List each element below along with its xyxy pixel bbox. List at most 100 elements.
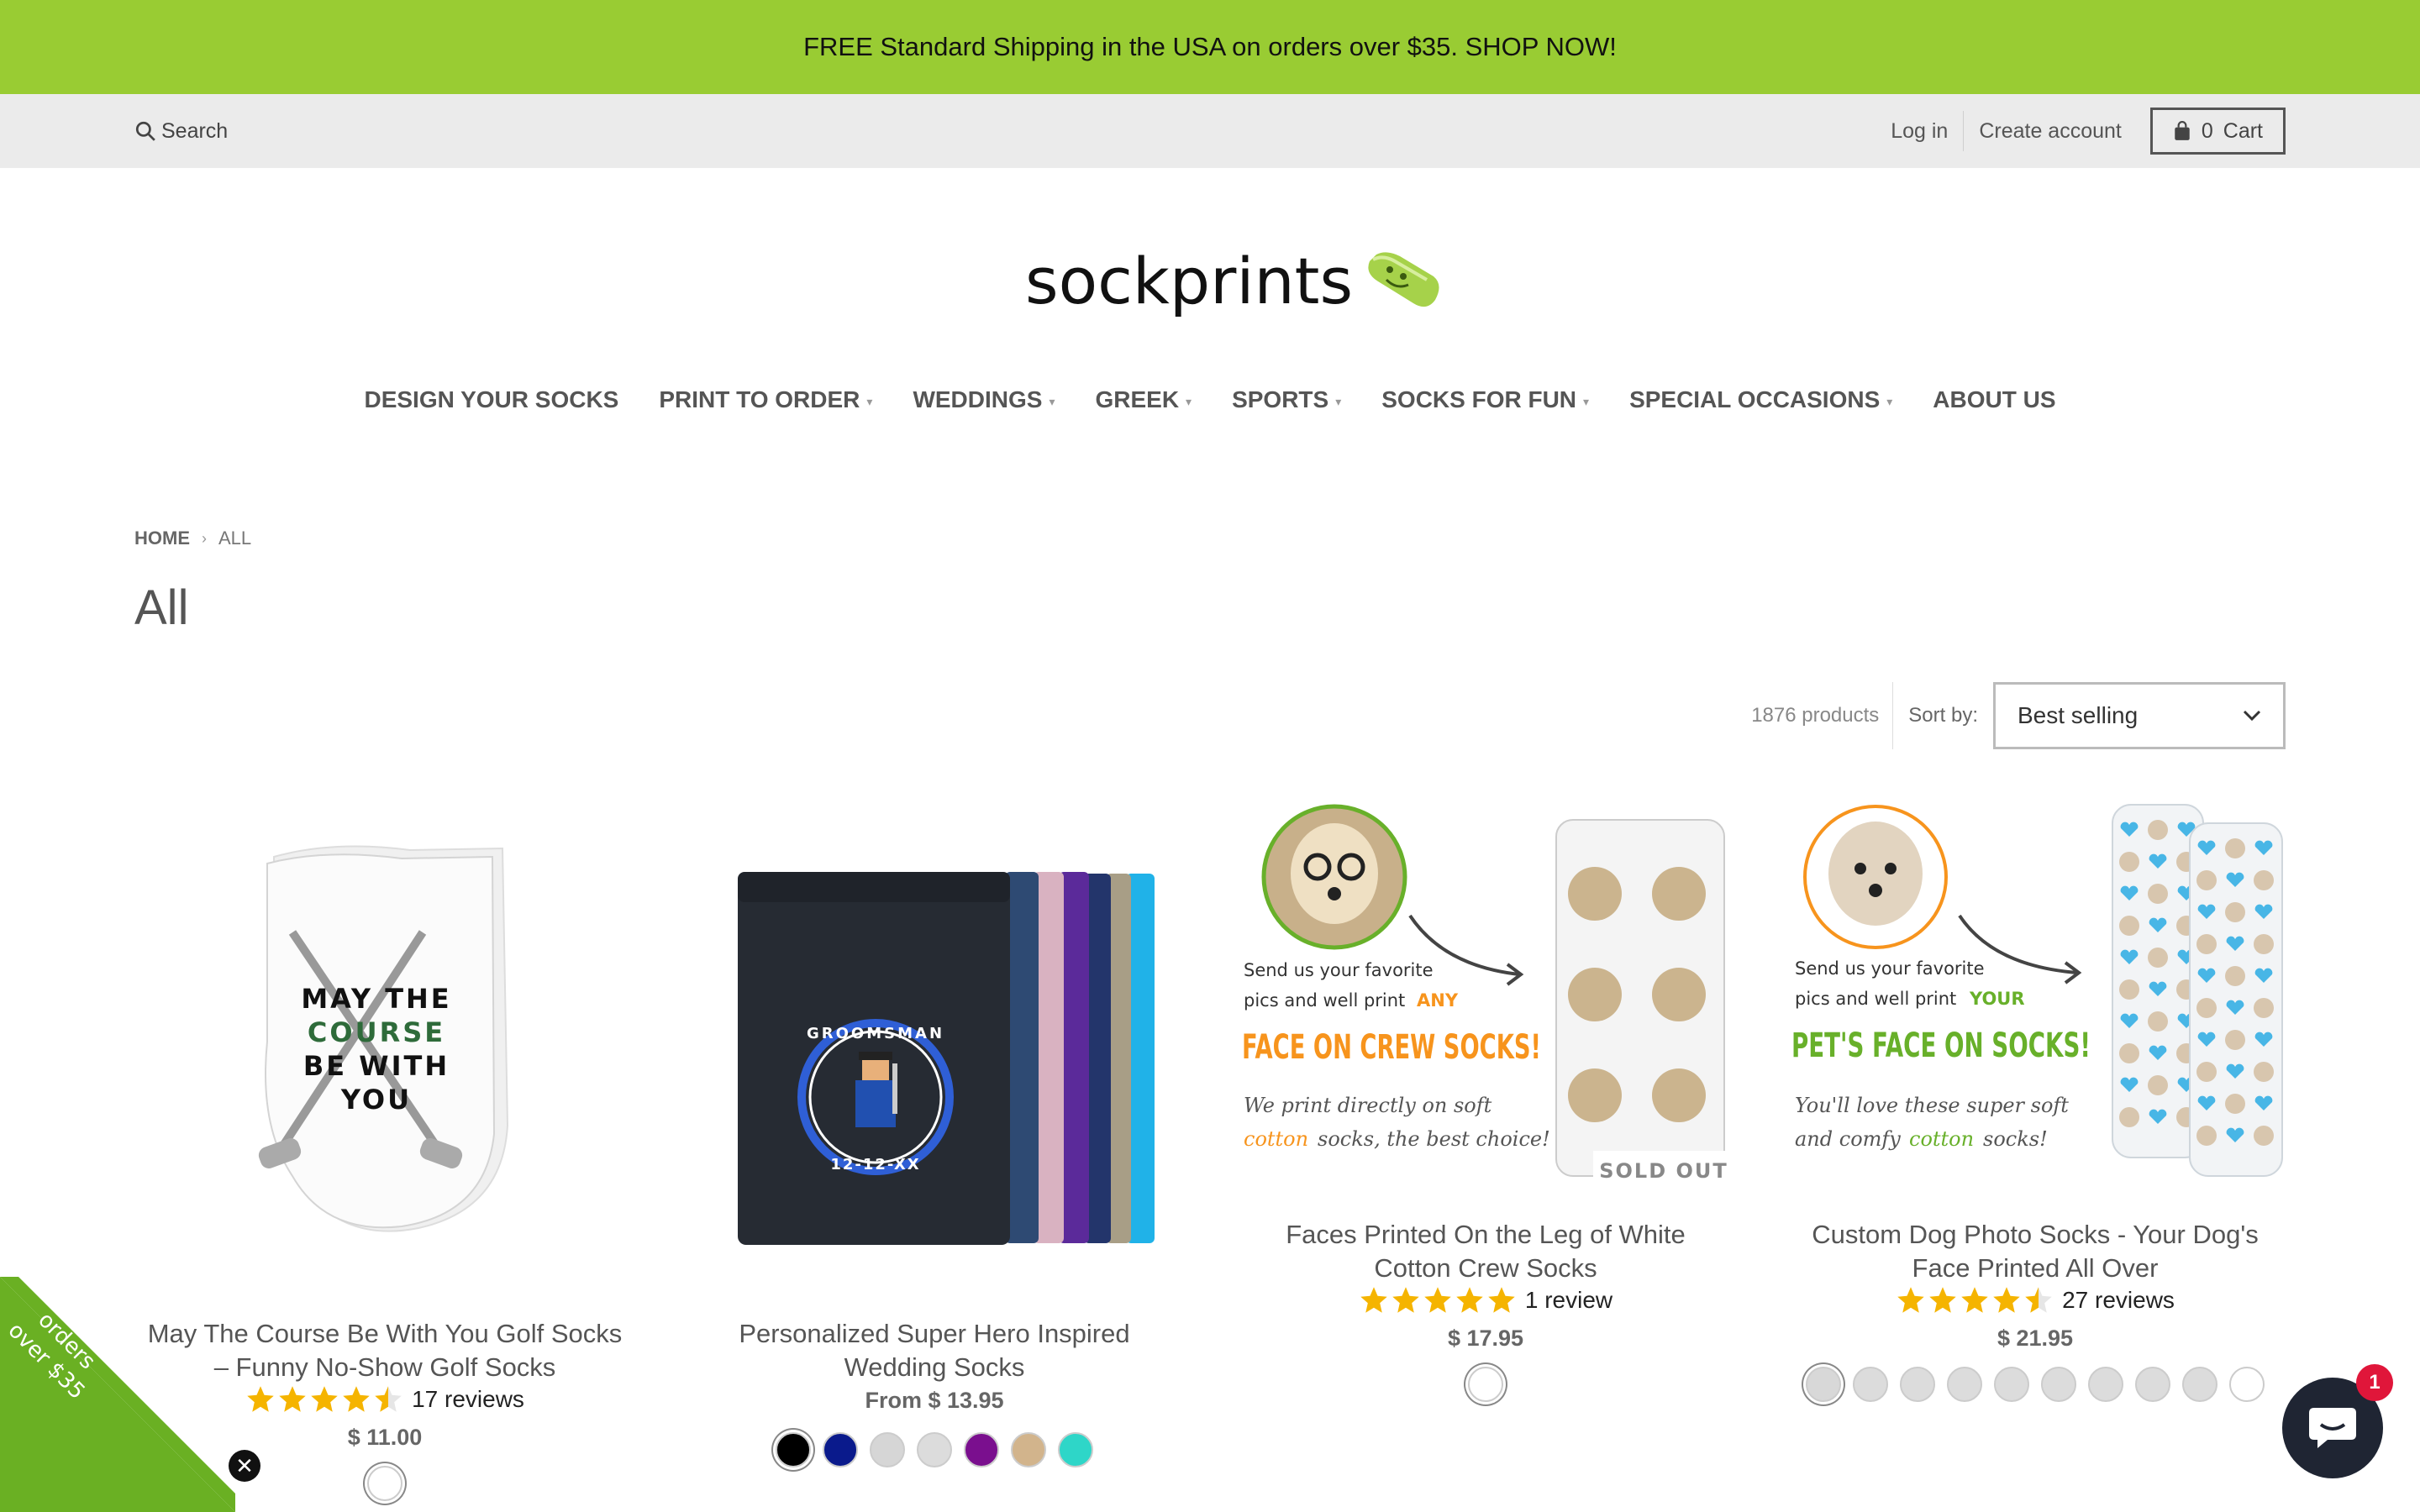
star-icon — [311, 1386, 338, 1412]
color-swatch[interactable] — [1058, 1432, 1093, 1467]
product-title[interactable]: Custom Dog Photo Socks - Your Dog's — [1783, 1218, 2287, 1252]
site-logo[interactable]: sockprints — [1025, 244, 1445, 318]
image-text-cotton: cotton — [1909, 1127, 1974, 1151]
star-icon — [279, 1386, 306, 1412]
star-icon — [375, 1386, 402, 1412]
product-rating[interactable]: 1 review — [1234, 1285, 1738, 1315]
nav-item-design-your-socks[interactable]: DESIGN YOUR SOCKS — [364, 386, 618, 413]
product-title[interactable]: Faces Printed On the Leg of White — [1234, 1218, 1738, 1252]
announcement-text[interactable]: FREE Standard Shipping in the USA on ord… — [803, 32, 1617, 62]
star-rating — [245, 1384, 403, 1415]
product-image[interactable]: Send us your favorite pics and well prin… — [1234, 790, 1738, 1193]
product-price: $ 17.95 — [1447, 1326, 1524, 1351]
color-swatch[interactable] — [776, 1432, 811, 1467]
color-swatch[interactable] — [1853, 1367, 1888, 1402]
product-title[interactable]: Personalized Super Hero Inspired — [682, 1317, 1186, 1351]
cart-count: 0 — [2201, 118, 2213, 143]
color-swatch[interactable] — [2088, 1367, 2123, 1402]
nav-label: PRINT TO ORDER — [659, 386, 860, 412]
color-swatch[interactable] — [367, 1466, 402, 1501]
main-nav: DESIGN YOUR SOCKS PRINT TO ORDER ▾ WEDDINGS… — [0, 386, 2420, 413]
cart-button[interactable]: 0 Cart — [2149, 108, 2286, 155]
product-price: From $ 13.95 — [865, 1388, 1004, 1413]
page-title: All — [134, 580, 189, 635]
nav-label: WEDDINGS — [913, 386, 1043, 412]
color-swatch[interactable] — [2182, 1367, 2217, 1402]
utility-bar: Search Log in Create account 0 Cart — [0, 94, 2420, 168]
search-icon — [135, 121, 155, 141]
product-title-line2[interactable]: Wedding Socks — [682, 1351, 1186, 1384]
image-text-5: socks! — [1983, 1127, 2048, 1151]
star-icon — [1456, 1287, 1483, 1313]
color-swatches — [682, 1432, 1186, 1467]
sort-label: Sort by: — [1908, 704, 1978, 727]
image-text-2: pics and well print — [1244, 990, 1405, 1011]
caret-down-icon: ▾ — [1886, 394, 1893, 408]
breadcrumb-separator: › — [202, 529, 207, 547]
nav-item-about-us[interactable]: ABOUT US — [1933, 386, 2055, 413]
image-text-2: pics and well print — [1795, 989, 1956, 1009]
product-count: 1876 products — [1751, 704, 1880, 727]
image-text-line3: BE WITH — [303, 1050, 450, 1082]
star-icon — [1897, 1287, 1924, 1313]
image-text-groomsman: GROOMSMAN — [807, 1025, 944, 1042]
color-swatch[interactable] — [1994, 1367, 2029, 1402]
color-swatch[interactable] — [2229, 1367, 2265, 1402]
nav-item-socks-for-fun[interactable]: SOCKS FOR FUN ▾ — [1381, 386, 1589, 413]
color-swatch[interactable] — [2041, 1367, 2076, 1402]
color-swatch[interactable] — [823, 1432, 858, 1467]
caret-down-icon: ▾ — [1335, 394, 1342, 408]
breadcrumb-current: ALL — [218, 528, 252, 549]
nav-item-greek[interactable]: GREEK ▾ — [1095, 386, 1192, 413]
product-image[interactable]: MAY THE COURSE BE WITH YOU — [133, 790, 637, 1260]
color-swatch[interactable] — [964, 1432, 999, 1467]
color-swatch[interactable] — [1468, 1367, 1503, 1402]
color-swatch[interactable] — [1806, 1367, 1841, 1402]
star-icon — [1488, 1287, 1515, 1313]
product-price: $ 21.95 — [1996, 1326, 2074, 1351]
create-account-link[interactable]: Create account — [1964, 119, 2137, 144]
star-icon — [1929, 1287, 1956, 1313]
product-rating[interactable]: 27 reviews — [1783, 1285, 2287, 1315]
star-icon — [1424, 1287, 1451, 1313]
chat-notification-badge: 1 — [2356, 1364, 2393, 1401]
nav-label: DESIGN YOUR SOCKS — [364, 386, 619, 412]
star-icon — [1392, 1287, 1419, 1313]
color-swatches — [1234, 1367, 1738, 1402]
product-title-line2[interactable]: Cotton Crew Socks — [1234, 1252, 1738, 1285]
color-swatch[interactable] — [2135, 1367, 2170, 1402]
color-swatch[interactable] — [1011, 1432, 1046, 1467]
image-text-line2: COURSE — [308, 1016, 445, 1048]
ribbon-banner: FREE Shipping on orders over $35 — [0, 1277, 235, 1512]
nav-item-weddings[interactable]: WEDDINGS ▾ — [913, 386, 1055, 413]
free-shipping-ribbon[interactable]: FREE Shipping on orders over $35 — [0, 1277, 252, 1512]
caret-down-icon: ▾ — [1186, 394, 1192, 408]
announcement-bar[interactable]: FREE Standard Shipping in the USA on ord… — [0, 0, 2420, 94]
product-image[interactable]: GROOMSMAN 12-12-XX — [682, 790, 1186, 1294]
color-swatch[interactable] — [870, 1432, 905, 1467]
shopping-bag-icon — [2175, 121, 2190, 140]
color-swatch[interactable] — [1900, 1367, 1935, 1402]
sock-logo-icon — [1368, 251, 1439, 307]
breadcrumb-home[interactable]: HOME — [134, 528, 190, 549]
color-swatch[interactable] — [1947, 1367, 1982, 1402]
sold-out-badge: SOLD OUT — [1599, 1159, 1728, 1183]
caret-down-icon: ▾ — [866, 394, 873, 408]
star-rating — [1359, 1285, 1517, 1315]
login-link[interactable]: Log in — [1876, 119, 1963, 144]
nav-item-special-occasions[interactable]: SPECIAL OCCASIONS ▾ — [1629, 386, 1892, 413]
nav-label: SPECIAL OCCASIONS — [1629, 386, 1881, 412]
nav-item-sports[interactable]: SPORTS ▾ — [1232, 386, 1341, 413]
star-icon — [1360, 1287, 1387, 1313]
product-title-line2[interactable]: Face Printed All Over — [1783, 1252, 2287, 1285]
close-icon[interactable]: ✕ — [229, 1450, 260, 1482]
nav-item-print-to-order[interactable]: PRINT TO ORDER ▾ — [659, 386, 872, 413]
color-swatches — [1783, 1367, 2287, 1402]
logo-text: sockprints — [1025, 244, 1354, 318]
product-image[interactable]: Send us your favorite pics and well prin… — [1783, 790, 2287, 1193]
color-swatch[interactable] — [917, 1432, 952, 1467]
sort-select[interactable]: Best selling — [1993, 682, 2286, 749]
search-button[interactable]: Search — [134, 94, 228, 168]
review-count: 17 reviews — [412, 1386, 524, 1412]
image-text-1: Send us your favorite — [1795, 958, 1985, 979]
